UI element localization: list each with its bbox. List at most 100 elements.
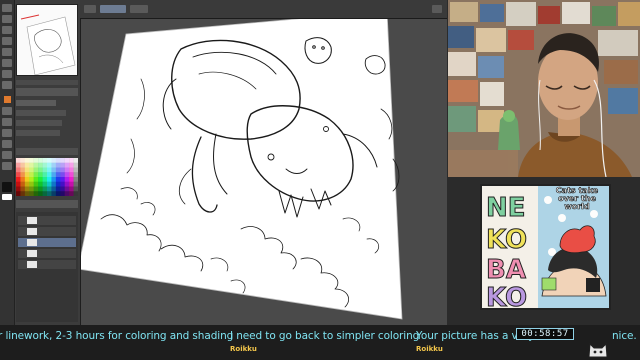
palette-swatch[interactable]	[64, 158, 70, 163]
palette-swatch[interactable]	[47, 177, 52, 182]
palette-swatch[interactable]	[55, 167, 61, 173]
layer-row[interactable]	[18, 227, 76, 236]
navigator-preview[interactable]	[16, 4, 78, 76]
palette-swatch[interactable]	[33, 177, 39, 182]
sub-tool-option[interactable]	[16, 110, 66, 116]
palette-swatch[interactable]	[64, 177, 70, 182]
tool-zoom-icon[interactable]	[2, 15, 12, 23]
palette-swatch[interactable]	[47, 186, 52, 192]
palette-swatch[interactable]	[24, 172, 30, 178]
palette-swatch[interactable]	[42, 158, 48, 163]
palette-swatch[interactable]	[73, 177, 78, 182]
palette-swatch[interactable]	[33, 191, 39, 196]
palette-swatch[interactable]	[51, 158, 57, 163]
sub-tool-option[interactable]	[16, 120, 62, 126]
palette-swatch[interactable]	[64, 191, 70, 196]
palette-swatch[interactable]	[47, 158, 52, 163]
palette-swatch[interactable]	[16, 167, 21, 173]
palette-swatch[interactable]	[38, 181, 43, 187]
palette-swatch[interactable]	[69, 172, 74, 178]
palette-swatch[interactable]	[64, 162, 70, 168]
palette-swatch[interactable]	[60, 177, 65, 182]
tab-icon[interactable]	[84, 5, 96, 13]
palette-swatch[interactable]	[60, 158, 65, 163]
palette-swatch[interactable]	[60, 172, 65, 178]
palette-swatch[interactable]	[47, 162, 52, 168]
tool-fill-icon[interactable]	[2, 107, 12, 115]
palette-swatch[interactable]	[33, 162, 39, 168]
palette-swatch[interactable]	[16, 191, 21, 196]
palette-swatch[interactable]	[38, 186, 43, 192]
layer-row[interactable]	[18, 249, 76, 258]
palette-swatch[interactable]	[16, 172, 21, 178]
palette-swatch[interactable]	[60, 191, 65, 196]
palette-swatch[interactable]	[42, 186, 48, 192]
tool-eyedropper-icon[interactable]	[2, 37, 12, 45]
palette-swatch[interactable]	[42, 191, 48, 196]
palette-swatch[interactable]	[51, 177, 57, 182]
palette-swatch[interactable]	[20, 181, 26, 187]
tool-brush-icon[interactable]	[2, 70, 12, 78]
line-art-canvas[interactable]	[81, 19, 447, 325]
palette-swatch[interactable]	[51, 186, 57, 192]
palette-swatch[interactable]	[64, 181, 70, 187]
palette-swatch[interactable]	[29, 181, 34, 187]
palette-swatch[interactable]	[24, 177, 30, 182]
palette-swatch[interactable]	[24, 162, 30, 168]
layer-row-selected[interactable]	[18, 238, 76, 247]
palette-swatch[interactable]	[60, 181, 65, 187]
palette-swatch[interactable]	[20, 186, 26, 192]
palette-swatch[interactable]	[24, 167, 30, 173]
palette-swatch[interactable]	[38, 158, 43, 163]
palette-swatch[interactable]	[24, 181, 30, 187]
canvas-tab[interactable]	[130, 5, 148, 13]
palette-swatch[interactable]	[20, 177, 26, 182]
palette-swatch[interactable]	[51, 167, 57, 173]
tool-eraser-icon[interactable]	[2, 81, 12, 89]
palette-swatch[interactable]	[55, 158, 61, 163]
palette-swatch[interactable]	[38, 191, 43, 196]
tool-select-icon[interactable]	[2, 26, 12, 34]
palette-swatch[interactable]	[73, 167, 78, 173]
palette-swatch[interactable]	[33, 181, 39, 187]
opacity-slider[interactable]	[16, 100, 56, 106]
layer-row[interactable]	[18, 216, 76, 225]
palette-swatch[interactable]	[33, 186, 39, 192]
tool-gradient-icon[interactable]	[2, 118, 12, 126]
palette-swatch[interactable]	[64, 172, 70, 178]
palette-swatch[interactable]	[60, 167, 65, 173]
palette-swatch[interactable]	[16, 158, 21, 163]
tool-move-icon[interactable]	[2, 4, 12, 12]
sub-tool-option[interactable]	[16, 130, 60, 136]
tool-ruler-icon[interactable]	[2, 162, 12, 170]
palette-swatch[interactable]	[73, 191, 78, 196]
palette-swatch[interactable]	[33, 172, 39, 178]
palette-swatch[interactable]	[29, 177, 34, 182]
palette-swatch[interactable]	[55, 186, 61, 192]
palette-swatch[interactable]	[69, 186, 74, 192]
palette-swatch[interactable]	[60, 162, 65, 168]
canvas-tab[interactable]	[100, 5, 126, 13]
palette-swatch[interactable]	[20, 162, 26, 168]
palette-swatch[interactable]	[29, 158, 34, 163]
palette-swatch[interactable]	[42, 172, 48, 178]
color-palette[interactable]	[16, 158, 78, 196]
palette-swatch[interactable]	[47, 191, 52, 196]
palette-swatch[interactable]	[42, 177, 48, 182]
tool-pen-icon[interactable]	[2, 48, 12, 56]
palette-swatch[interactable]	[69, 191, 74, 196]
palette-swatch[interactable]	[73, 181, 78, 187]
palette-swatch[interactable]	[42, 167, 48, 173]
palette-swatch[interactable]	[38, 172, 43, 178]
palette-swatch[interactable]	[73, 162, 78, 168]
palette-swatch[interactable]	[29, 167, 34, 173]
palette-swatch[interactable]	[51, 181, 57, 187]
palette-swatch[interactable]	[55, 162, 61, 168]
brush-size-bar[interactable]	[16, 88, 78, 96]
palette-swatch[interactable]	[47, 181, 52, 187]
palette-swatch[interactable]	[38, 177, 43, 182]
palette-swatch[interactable]	[29, 191, 34, 196]
palette-swatch[interactable]	[33, 158, 39, 163]
palette-swatch[interactable]	[24, 191, 30, 196]
palette-swatch[interactable]	[64, 186, 70, 192]
